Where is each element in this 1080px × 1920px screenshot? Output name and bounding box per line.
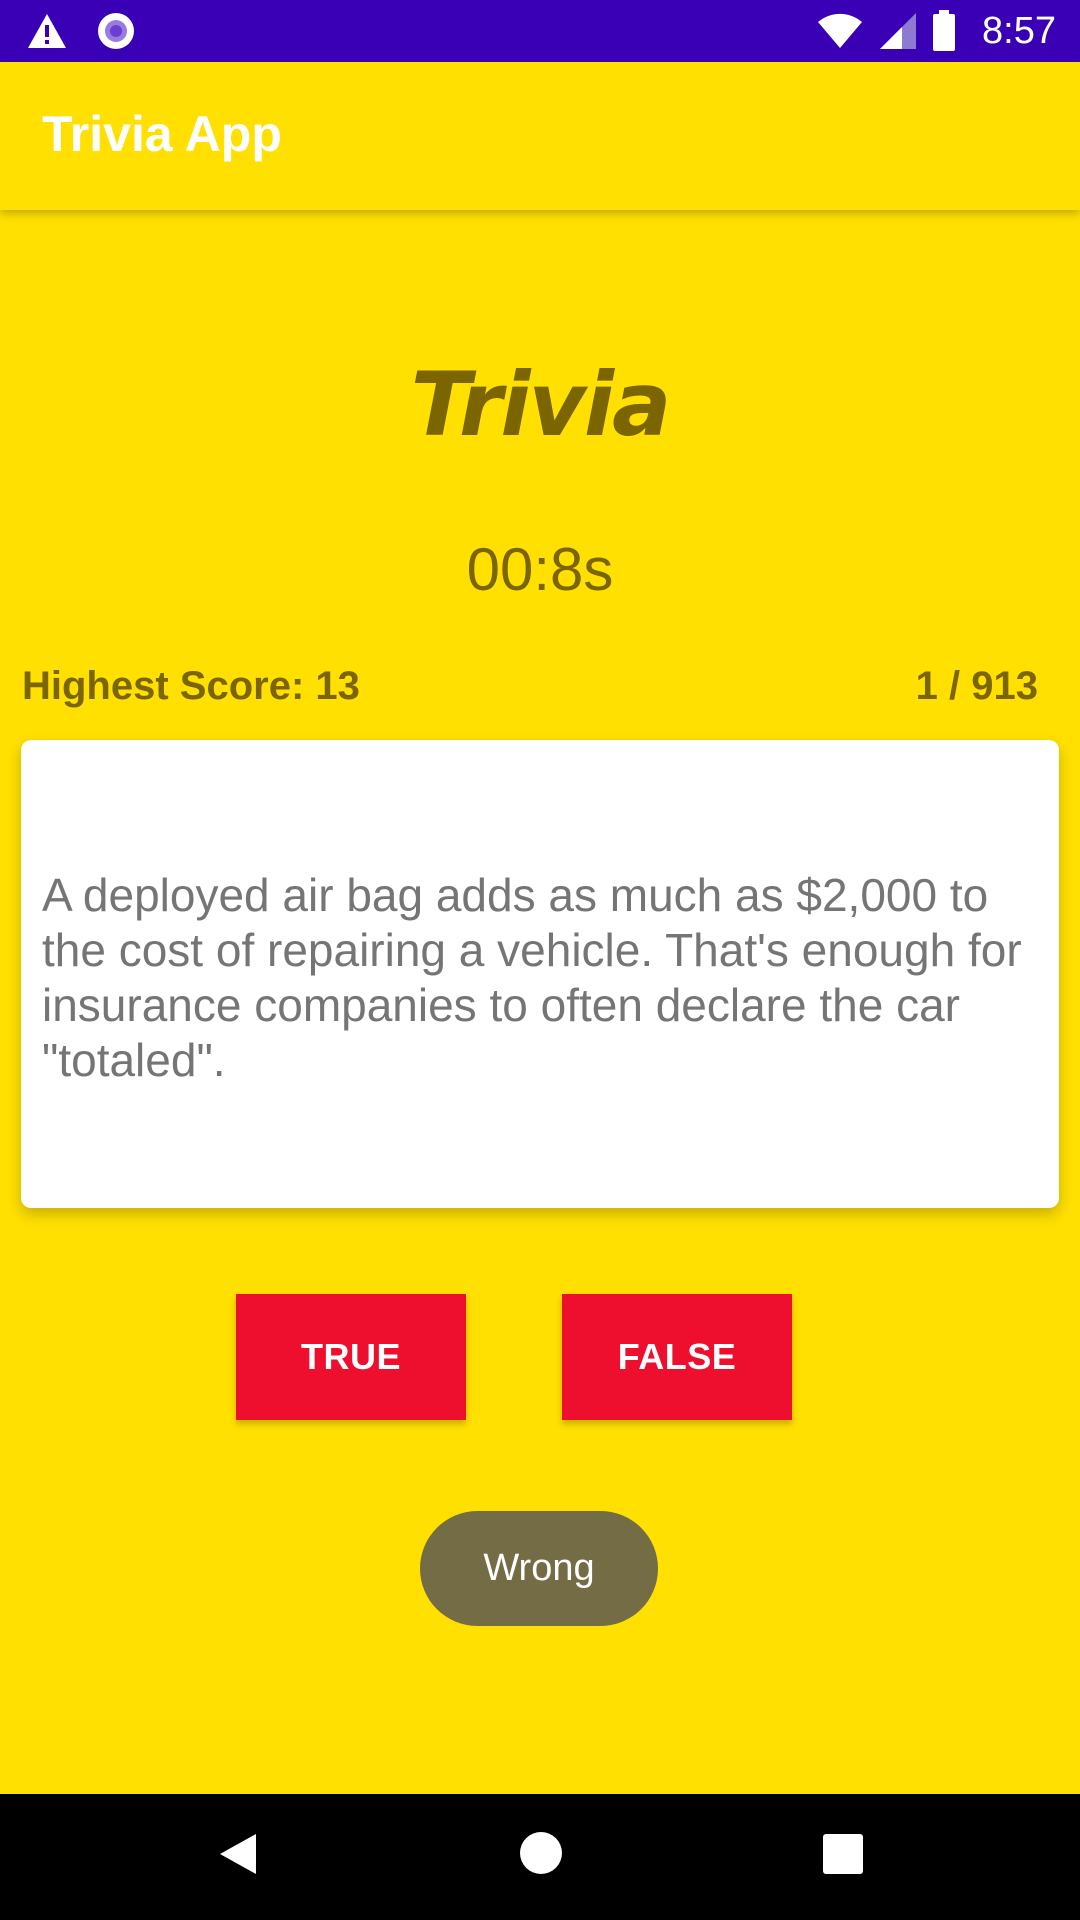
app-title: Trivia App [42,106,282,162]
signal-icon [878,11,918,51]
status-time: 8:57 [982,10,1056,52]
question-text: A deployed air bag adds as much as $2,00… [42,869,1022,1086]
feedback-toast: Wrong [420,1511,658,1626]
question-progress: 1 / 913 [915,664,1038,708]
notification-dot-icon [96,11,136,51]
status-bar: 8:57 [0,0,1080,62]
back-icon[interactable] [216,1830,260,1883]
wifi-icon [816,12,864,50]
battery-icon [932,10,956,52]
false-button[interactable]: FALSE [562,1294,792,1420]
score-row: Highest Score: 13 1 / 913 [22,660,1038,712]
game-headline: Trivia [410,353,672,456]
highest-score: Highest Score: 13 [22,664,360,708]
status-left-icons [26,10,136,52]
home-icon[interactable] [518,1830,564,1881]
countdown-timer: 00:8s [466,536,614,603]
recents-icon[interactable] [823,1834,863,1879]
app-bar: Trivia App [0,62,1080,210]
navigation-bar [0,1794,1080,1920]
question-card: A deployed air bag adds as much as $2,00… [21,740,1059,1208]
status-right-icons: 8:57 [816,8,1056,54]
warning-icon [26,12,68,50]
true-button[interactable]: TRUE [236,1294,466,1420]
